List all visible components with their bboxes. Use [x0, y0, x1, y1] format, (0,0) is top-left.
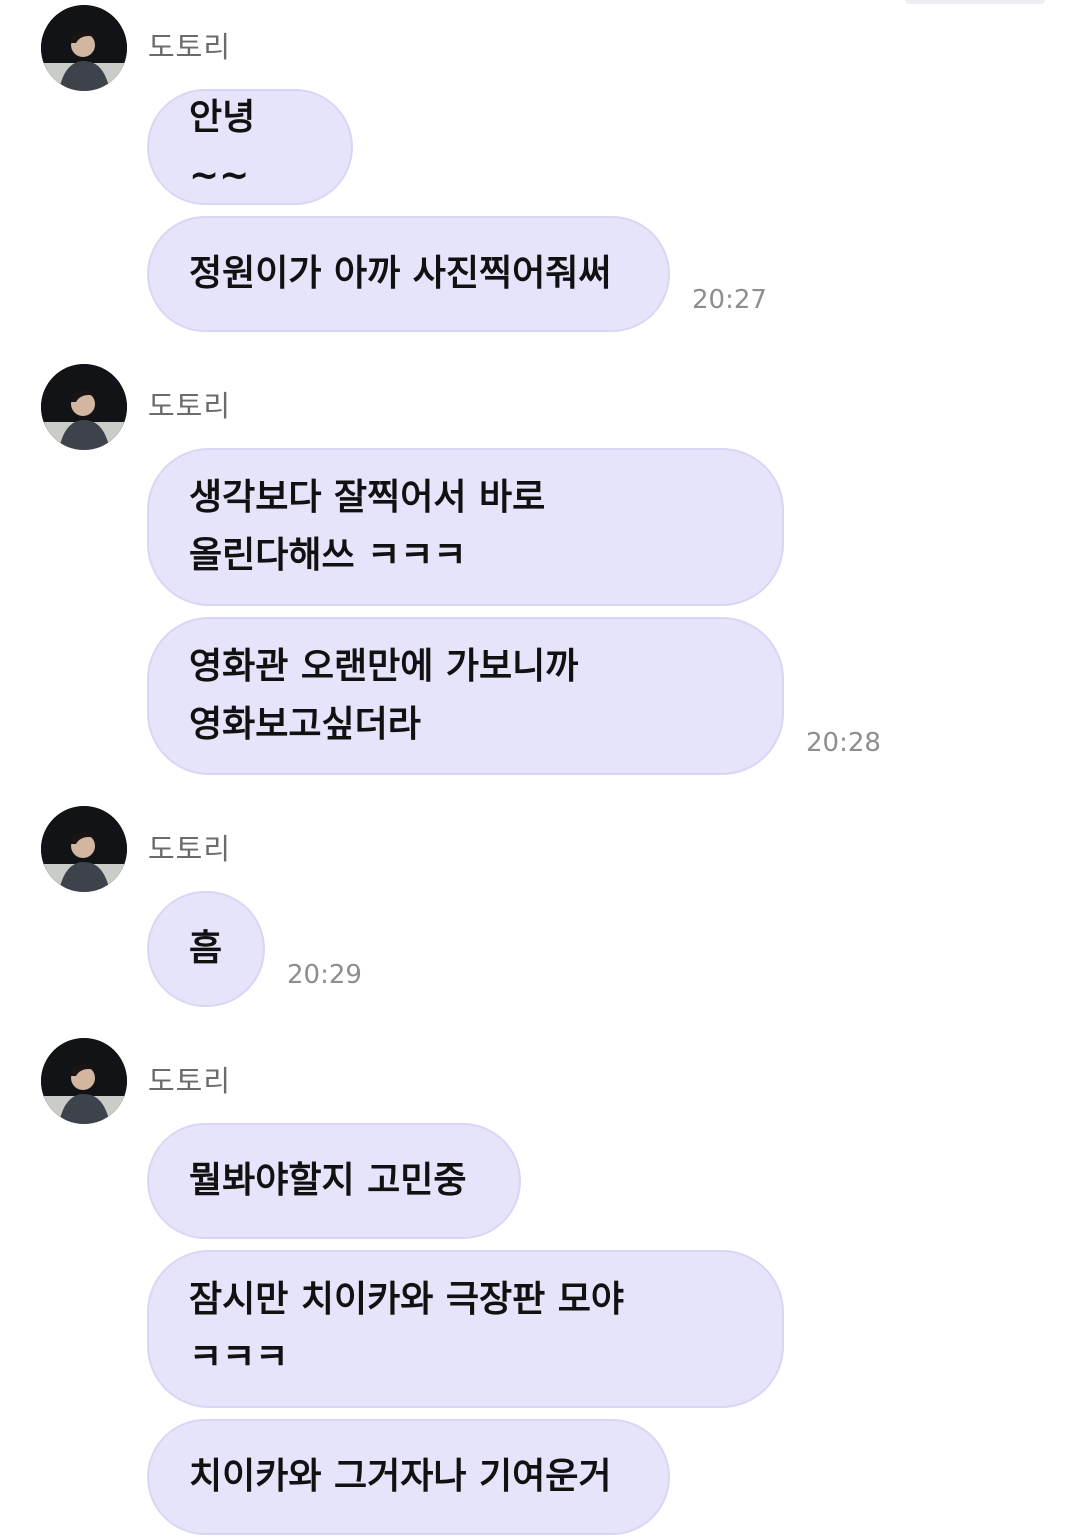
- avatar-photo-icon: [41, 806, 127, 892]
- message-bubble[interactable]: 뭘봐야할지 고민중: [147, 1123, 521, 1239]
- sender-avatar[interactable]: [41, 806, 127, 892]
- avatar-photo-icon: [41, 1038, 127, 1124]
- message-bubble[interactable]: 생각보다 잘찍어서 바로 올린다해쓰 ㅋㅋㅋ: [147, 448, 784, 606]
- message-timestamp: 20:27: [692, 285, 767, 315]
- top-scroll-handle: [905, 0, 1045, 4]
- message-timestamp: 20:28: [806, 728, 881, 758]
- message-bubble[interactable]: 정원이가 아까 사진찍어줘써: [147, 216, 670, 332]
- sender-name: 도토리: [148, 389, 232, 423]
- avatar-photo-icon: [41, 364, 127, 450]
- message-bubble[interactable]: 잠시만 치이카와 극장판 모야 ㅋㅋㅋ: [147, 1250, 784, 1408]
- sender-name: 도토리: [148, 832, 232, 866]
- message-bubble[interactable]: 흠: [147, 891, 265, 1007]
- sender-avatar[interactable]: [41, 364, 127, 450]
- message-bubble[interactable]: 치이카와 그거자나 기여운거: [147, 1419, 670, 1535]
- chat-thread: 도토리 안녕~~ 정원이가 아까 사진찍어줘써 20:27 도토리 생각보다 잘…: [0, 0, 1080, 1539]
- sender-avatar[interactable]: [41, 5, 127, 91]
- message-timestamp: 20:29: [287, 960, 362, 990]
- avatar-photo-icon: [41, 5, 127, 91]
- sender-name: 도토리: [148, 30, 232, 64]
- sender-name: 도토리: [148, 1064, 232, 1098]
- sender-avatar[interactable]: [41, 1038, 127, 1124]
- message-bubble[interactable]: 영화관 오랜만에 가보니까 영화보고싶더라: [147, 617, 784, 775]
- message-bubble[interactable]: 안녕~~: [147, 89, 353, 205]
